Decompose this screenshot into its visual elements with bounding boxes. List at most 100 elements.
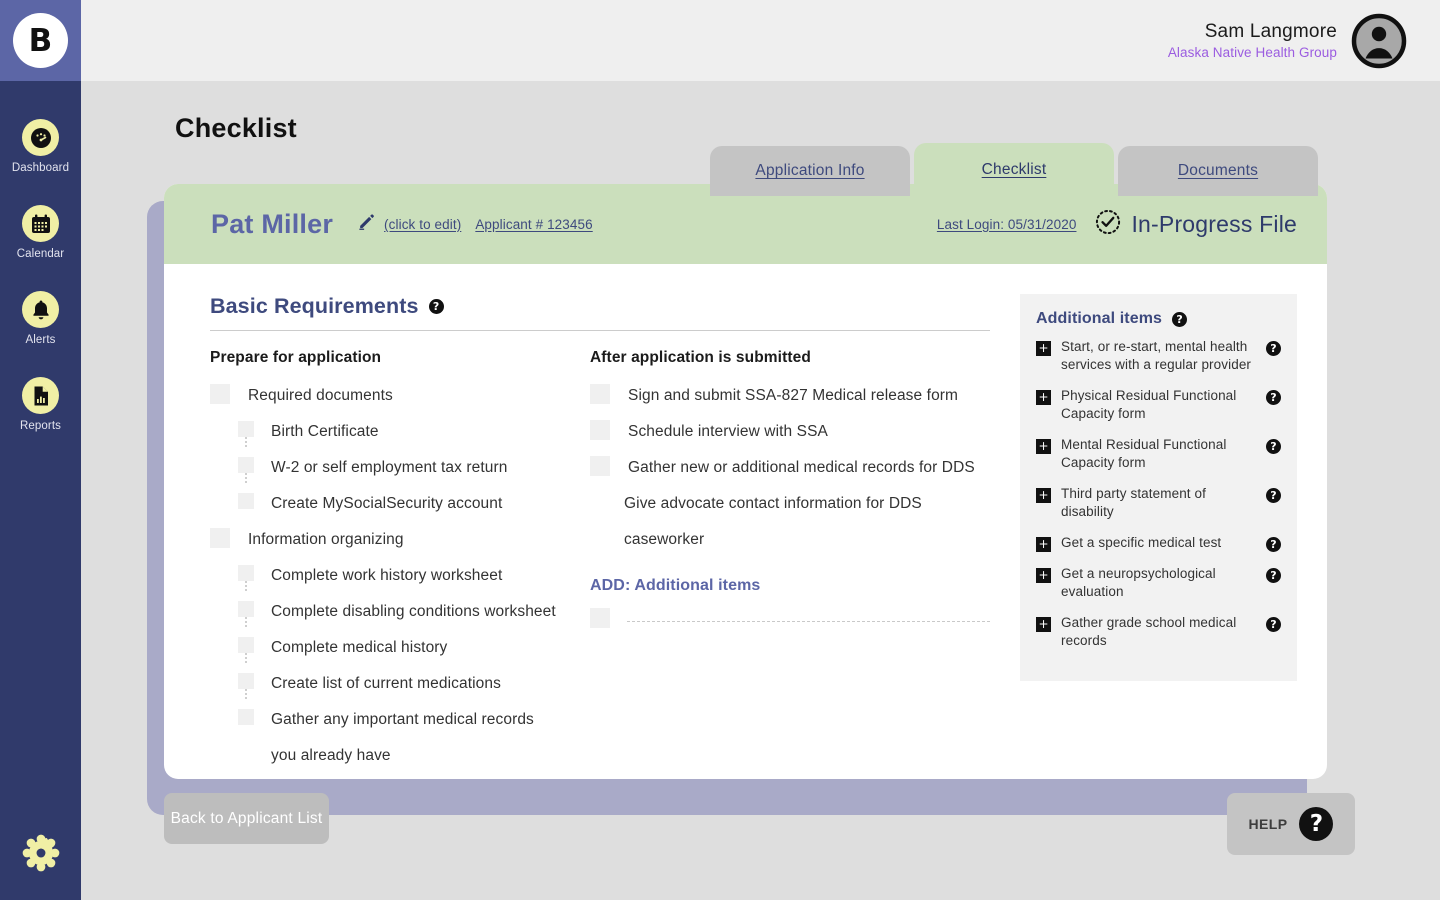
checkbox[interactable]	[238, 457, 254, 473]
question-mark-icon[interactable]: ?	[428, 299, 444, 314]
question-mark-icon[interactable]: ?	[1266, 439, 1281, 454]
checklist-item[interactable]: Complete work history worksheet	[238, 561, 590, 591]
plus-icon[interactable]: +	[1036, 537, 1051, 552]
additional-item-label: Start, or re-start, mental health servic…	[1061, 339, 1252, 372]
checkbox[interactable]	[590, 384, 610, 404]
question-mark-icon[interactable]: ?	[1266, 390, 1281, 405]
sidebar: B Dashboard Calendar Alerts Reports	[0, 0, 81, 900]
checklist-item-label: Create list of current medications	[271, 675, 501, 692]
checkbox[interactable]	[590, 608, 610, 628]
question-mark-icon: ?	[1299, 807, 1334, 841]
additional-item-label: Mental Residual Functional Capacity form	[1061, 437, 1227, 470]
back-to-applicant-list-button[interactable]: Back to Applicant List	[164, 793, 329, 844]
additional-items-panel: Additional items ? + Start, or re-start,…	[1020, 294, 1297, 681]
checklist-item-continuation: you already have	[238, 741, 590, 771]
question-mark-icon[interactable]: ?	[1266, 537, 1281, 552]
question-mark-icon[interactable]: ?	[1266, 568, 1281, 583]
checklist-item[interactable]: Gather new or additional medical records…	[590, 453, 990, 483]
checkbox[interactable]	[210, 528, 230, 548]
checklist-item[interactable]: Complete disabling conditions worksheet	[238, 597, 590, 627]
checkbox[interactable]	[238, 493, 254, 509]
checklist-item-label: Sign and submit SSA-827 Medical release …	[628, 387, 959, 404]
tab-checklist[interactable]: Checklist	[914, 143, 1114, 196]
checkbox[interactable]	[238, 637, 254, 653]
plus-icon[interactable]: +	[1036, 439, 1051, 454]
user-organization: Alaska Native Health Group	[1167, 45, 1337, 61]
checklist-item[interactable]: Complete medical history	[238, 633, 590, 663]
plus-icon[interactable]: +	[1036, 488, 1051, 503]
help-label: HELP	[1248, 816, 1288, 832]
plus-icon[interactable]: +	[1036, 390, 1051, 405]
dashed-check-circle-icon	[1094, 208, 1122, 241]
edit-applicant-link[interactable]: (click to edit)	[384, 217, 461, 232]
add-item-row[interactable]	[590, 605, 990, 628]
pencil-icon[interactable]	[357, 212, 376, 236]
prepare-column: Prepare for application Required documen…	[210, 349, 590, 771]
question-mark-icon[interactable]: ?	[1172, 311, 1188, 327]
sidebar-item-label: Reports	[20, 420, 61, 432]
brand-logo[interactable]: B	[0, 0, 81, 81]
header-right-group: Last Login: 05/31/2020 In-Progress File	[937, 208, 1297, 241]
checkbox[interactable]	[590, 456, 610, 476]
checkbox[interactable]	[238, 673, 254, 689]
applicant-name: Pat Miller	[211, 208, 334, 239]
tab-label: Checklist	[981, 160, 1047, 178]
tab-bar: Application Info Checklist Documents	[710, 143, 1318, 196]
checkbox[interactable]	[238, 709, 254, 725]
topbar: Sam Langmore Alaska Native Health Group	[81, 0, 1440, 81]
applicant-header: Pat Miller (click to edit) Applicant # 1…	[164, 184, 1327, 264]
checklist-item[interactable]: Required documents	[210, 381, 590, 411]
checkbox[interactable]	[238, 565, 254, 581]
status-text: In-Progress File	[1131, 210, 1297, 237]
checklist-item[interactable]: Sign and submit SSA-827 Medical release …	[590, 381, 990, 411]
last-login[interactable]: Last Login: 05/31/2020	[937, 217, 1077, 232]
tab-documents[interactable]: Documents	[1118, 146, 1318, 196]
page-content: Checklist Application Info Checklist Doc…	[81, 81, 1440, 900]
question-mark-icon[interactable]: ?	[1266, 341, 1281, 356]
checklist-item-label: Give advocate contact information for DD…	[624, 495, 922, 512]
checkbox[interactable]	[590, 420, 610, 440]
checklist-item-continuation: Give advocate contact information for DD…	[590, 489, 990, 519]
checklist-item-label: caseworker	[624, 531, 705, 548]
checklist-columns: Prepare for application Required documen…	[210, 349, 990, 771]
checklist-item[interactable]: W-2 or self employment tax return	[238, 453, 590, 483]
checklist-item-label: Complete disabling conditions worksheet	[271, 603, 556, 620]
add-item-input[interactable]	[627, 605, 990, 622]
checklist-item[interactable]: Schedule interview with SSA	[590, 417, 990, 447]
sidebar-item-dashboard[interactable]: Dashboard	[0, 119, 81, 174]
tab-application-info[interactable]: Application Info	[710, 146, 910, 196]
checklist-item[interactable]: Information organizing	[210, 525, 590, 555]
tree-connector-line	[245, 653, 247, 663]
question-mark-icon[interactable]: ?	[1266, 488, 1281, 503]
user-profile[interactable]: Sam Langmore Alaska Native Health Group	[1168, 13, 1407, 69]
checklist-item[interactable]: Create MySocialSecurity account	[238, 489, 590, 519]
gear-icon	[21, 833, 61, 878]
checkbox[interactable]	[238, 421, 254, 437]
help-button[interactable]: HELP ?	[1227, 793, 1355, 855]
checkbox[interactable]	[210, 384, 230, 404]
applicant-number[interactable]: Applicant # 123456	[475, 217, 592, 232]
checklist-item[interactable]: Birth Certificate	[238, 417, 590, 447]
plus-icon[interactable]: +	[1036, 617, 1051, 632]
calendar-icon	[22, 205, 59, 242]
additional-items-header: Additional items ?	[1036, 310, 1281, 328]
sidebar-item-settings[interactable]	[0, 833, 81, 878]
additional-items-title: Additional items	[1036, 310, 1163, 327]
checklist-item-label: Complete work history worksheet	[271, 567, 503, 584]
plus-icon[interactable]: +	[1036, 568, 1051, 583]
sidebar-item-calendar[interactable]: Calendar	[0, 205, 81, 260]
user-avatar-icon[interactable]	[1351, 13, 1407, 69]
additional-item-label: Get a specific medical test	[1061, 535, 1222, 550]
checkbox[interactable]	[238, 601, 254, 617]
edit-applicant-group[interactable]: (click to edit)	[357, 212, 461, 236]
checklist-item[interactable]: Create list of current medications	[238, 669, 590, 699]
add-additional-items-link[interactable]: ADD: Additional items	[590, 577, 990, 595]
additional-item: + Mental Residual Functional Capacity fo…	[1036, 436, 1281, 472]
checklist-item[interactable]: Gather any important medical records	[238, 705, 590, 735]
sidebar-item-alerts[interactable]: Alerts	[0, 291, 81, 346]
plus-icon[interactable]: +	[1036, 341, 1051, 356]
checklist-card: Pat Miller (click to edit) Applicant # 1…	[164, 184, 1327, 779]
question-mark-icon[interactable]: ?	[1266, 617, 1281, 632]
tree-connector-line	[245, 617, 247, 627]
sidebar-item-reports[interactable]: Reports	[0, 377, 81, 432]
